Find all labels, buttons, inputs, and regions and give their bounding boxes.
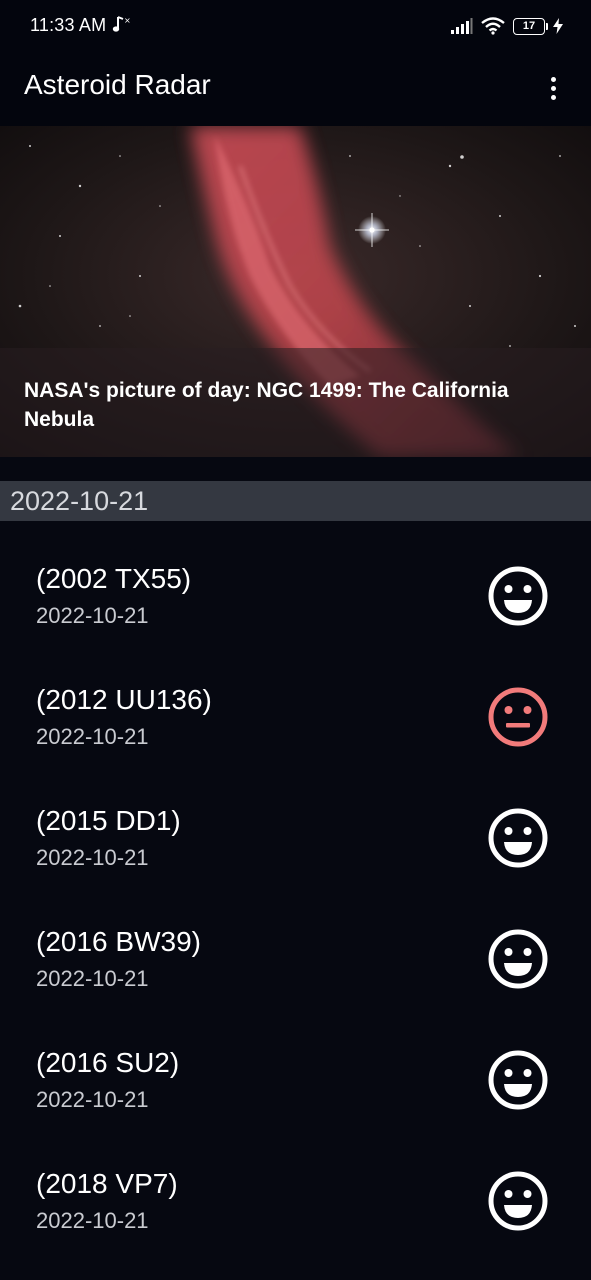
asteroid-name: (2016 BW39)	[36, 926, 201, 957]
asteroid-name: (2015 DD1)	[36, 805, 181, 836]
neutral-face-icon	[488, 687, 548, 747]
approach-date: 2022-10-21	[36, 966, 149, 991]
list-item[interactable]: (2002 TX55) 2022-10-21	[0, 533, 591, 654]
music-note-icon: ×	[112, 16, 130, 32]
asteroid-name: (2018 VP7)	[36, 1168, 178, 1199]
section-date: 2022-10-21	[10, 486, 149, 516]
asteroid-name: (2002 TX55)	[36, 563, 192, 594]
list-item[interactable]: (2016 SU2) 2022-10-21	[0, 1017, 591, 1138]
picture-of-day-caption: NASA's picture of day: NGC 1499: The Cal…	[24, 379, 509, 431]
happy-face-icon	[488, 808, 548, 868]
list-item[interactable]: (2012 UU136) 2022-10-21	[0, 654, 591, 775]
date-section-header: 2022-10-21	[0, 481, 591, 521]
approach-date: 2022-10-21	[36, 724, 149, 749]
charging-icon	[553, 18, 563, 34]
list-item[interactable]: (2016 BW39) 2022-10-21	[0, 896, 591, 1017]
battery-icon: 17	[513, 17, 548, 35]
status-time: 11:33 AM	[30, 15, 107, 35]
signal-icon	[451, 18, 473, 34]
happy-face-icon	[488, 929, 548, 989]
approach-date: 2022-10-21	[36, 845, 149, 870]
asteroid-name: (2016 SU2)	[36, 1047, 180, 1078]
app-title: Asteroid Radar	[24, 69, 211, 100]
happy-face-icon	[488, 566, 548, 626]
approach-date: 2022-10-21	[36, 1087, 149, 1112]
happy-face-icon	[488, 1171, 548, 1231]
picture-of-day[interactable]: NASA's picture of day: NGC 1499: The Cal…	[0, 126, 591, 457]
more-vert-icon[interactable]	[535, 70, 571, 106]
asteroid-list: (2002 TX55) 2022-10-21 (2012 UU136) 2022-10…	[0, 533, 591, 1259]
status-icons: 17	[451, 14, 563, 38]
list-item[interactable]: (2018 VP7) 2022-10-21	[0, 1138, 591, 1259]
approach-date: 2022-10-21	[36, 1208, 149, 1233]
list-item[interactable]: (2015 DD1) 2022-10-21	[0, 775, 591, 896]
svg-text:×: ×	[124, 16, 130, 25]
wifi-icon	[481, 17, 505, 35]
asteroid-name: (2012 UU136)	[36, 684, 212, 715]
app-bar: Asteroid Radar	[0, 52, 591, 126]
approach-date: 2022-10-21	[36, 603, 149, 628]
happy-face-icon	[488, 1050, 548, 1110]
battery-level: 17	[522, 20, 536, 32]
status-bar: 11:33 AM × 17	[0, 0, 591, 52]
